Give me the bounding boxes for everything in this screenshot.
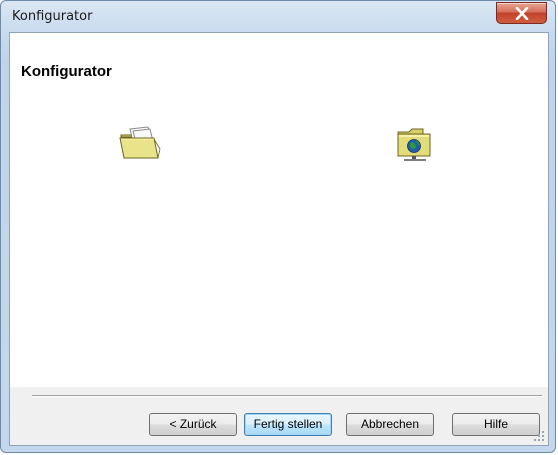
close-button[interactable] (496, 2, 547, 24)
button-separator (32, 395, 542, 397)
resize-grip-icon[interactable] (533, 430, 545, 442)
back-button[interactable]: < Zurück (149, 413, 237, 436)
network-folder-icon[interactable] (395, 125, 435, 170)
wizard-content: Konfigurator (10, 33, 548, 387)
title-bar[interactable]: Konfigurator (1, 1, 555, 33)
help-button[interactable]: Hilfe (452, 413, 540, 436)
window-title: Konfigurator (12, 9, 93, 24)
close-x-icon (515, 7, 529, 20)
page-heading: Konfigurator (21, 63, 112, 80)
cancel-button[interactable]: Abbrechen (346, 413, 434, 436)
finish-button[interactable]: Fertig stellen (244, 413, 332, 436)
open-folder-icon[interactable] (118, 125, 162, 166)
dialog-client-area: Konfigurator < Zurück Fertig stellen Abb… (9, 32, 549, 446)
dialog-window: Konfigurator Konfigurator < Zurück Ferti… (0, 0, 556, 453)
